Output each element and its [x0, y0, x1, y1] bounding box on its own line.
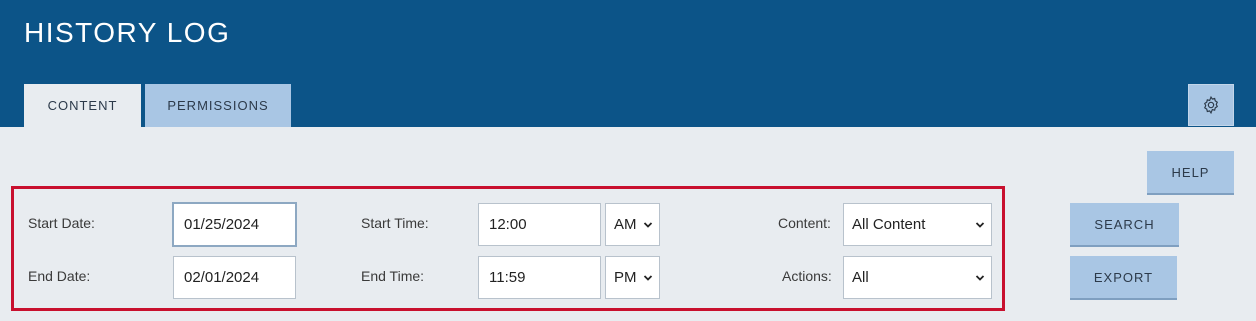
- start-date-value: 01/25/2024: [184, 216, 260, 233]
- gear-icon: [1204, 95, 1218, 115]
- app-header: HISTORY LOG CONTENT PERMISSIONS: [0, 0, 1256, 127]
- search-label: SEARCH: [1094, 216, 1155, 232]
- actions-label: Actions:: [782, 268, 832, 284]
- start-date-input[interactable]: 01/25/2024: [172, 202, 297, 247]
- end-time-value: 11:59: [489, 269, 526, 286]
- export-label: EXPORT: [1093, 269, 1154, 285]
- start-time-value: 12:00: [489, 216, 527, 233]
- page-title: HISTORY LOG: [24, 17, 231, 48]
- tab-content[interactable]: CONTENT: [24, 84, 141, 127]
- tab-permissions[interactable]: PERMISSIONS: [145, 84, 291, 127]
- help-label: HELP: [1171, 164, 1210, 180]
- actions-selected: All: [852, 269, 869, 286]
- content-label: Content:: [778, 215, 831, 231]
- chevron-down-icon: [643, 274, 653, 281]
- search-button[interactable]: SEARCH: [1070, 203, 1179, 247]
- start-meridiem-select[interactable]: AM: [605, 203, 660, 246]
- start-time-label: Start Time:: [361, 215, 429, 231]
- content-selected: All Content: [852, 216, 926, 233]
- end-meridiem-select[interactable]: PM: [605, 256, 660, 299]
- end-date-value: 02/01/2024: [184, 269, 260, 286]
- chevron-down-icon: [975, 274, 985, 281]
- chevron-down-icon: [643, 221, 653, 228]
- export-button[interactable]: EXPORT: [1070, 256, 1177, 300]
- actions-select[interactable]: All: [843, 256, 992, 299]
- content-select[interactable]: All Content: [843, 203, 992, 246]
- end-time-input[interactable]: 11:59: [478, 256, 601, 299]
- start-time-input[interactable]: 12:00: [478, 203, 601, 246]
- tab-content-label: CONTENT: [47, 98, 118, 113]
- settings-button[interactable]: [1188, 84, 1234, 126]
- help-button[interactable]: HELP: [1147, 151, 1234, 195]
- end-time-label: End Time:: [361, 268, 425, 284]
- start-meridiem-value: AM: [614, 216, 637, 233]
- end-date-label: End Date:: [28, 268, 91, 284]
- end-date-input[interactable]: 02/01/2024: [173, 256, 296, 299]
- chevron-down-icon: [975, 221, 985, 228]
- start-date-label: Start Date:: [28, 215, 95, 231]
- tab-permissions-label: PERMISSIONS: [167, 98, 269, 113]
- end-meridiem-value: PM: [614, 269, 637, 286]
